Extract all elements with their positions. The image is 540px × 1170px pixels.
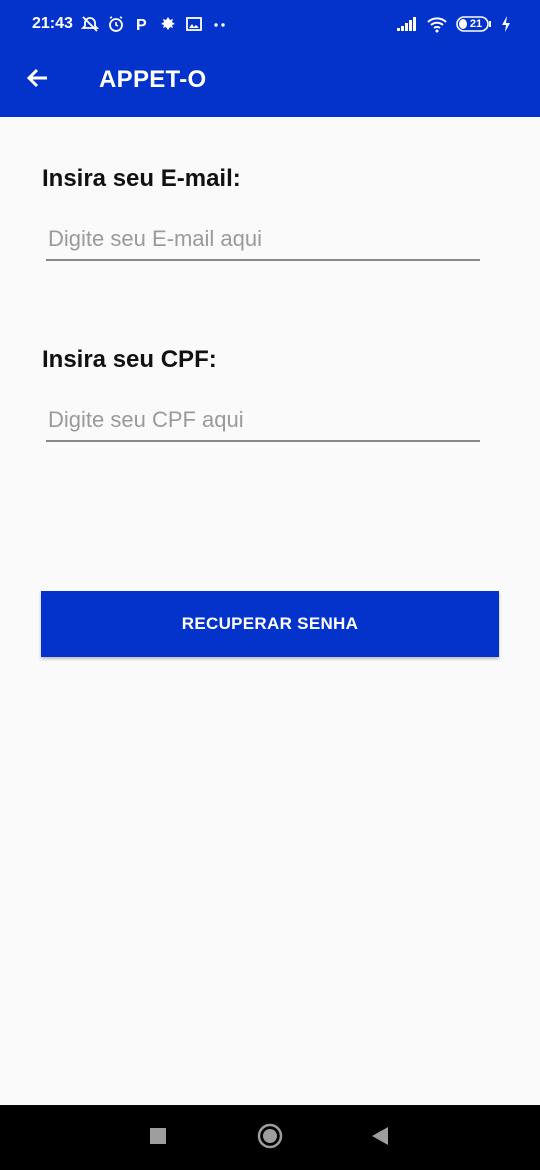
leaf-app-icon <box>159 15 177 33</box>
cpf-label: Insira seu CPF: <box>42 346 217 373</box>
email-label: Insira seu E-mail: <box>42 165 241 192</box>
cpf-field[interactable] <box>46 400 480 442</box>
back-nav-button[interactable] <box>358 1116 402 1160</box>
recents-square-icon <box>149 1127 167 1150</box>
arrow-left-icon <box>25 65 51 96</box>
status-right-group: 21 <box>396 15 512 33</box>
more-dots-icon <box>211 15 229 33</box>
back-button[interactable] <box>0 48 76 112</box>
toolbar: APPET-O <box>0 48 540 112</box>
svg-text:P: P <box>136 17 147 33</box>
home-button[interactable] <box>248 1116 292 1160</box>
battery-icon: 21 <box>456 15 492 33</box>
back-triangle-icon <box>371 1126 389 1151</box>
gallery-notification-icon <box>185 15 203 33</box>
status-bar: 21:43 P 21 <box>0 0 540 48</box>
recover-password-button[interactable]: RECUPERAR SENHA <box>41 591 499 657</box>
p-app-icon: P <box>133 15 151 33</box>
page-title: APPET-O <box>99 66 207 93</box>
status-time: 21:43 <box>32 15 73 32</box>
recents-button[interactable] <box>136 1116 180 1160</box>
alarm-off-icon <box>80 15 99 33</box>
cellular-signal-icon <box>396 15 418 33</box>
status-left-group: 21:43 P <box>32 15 229 33</box>
charging-bolt-icon <box>500 15 512 33</box>
alarm-clock-icon <box>107 15 125 33</box>
app-header: 21:43 P 21 APPET-O <box>0 0 540 117</box>
home-circle-icon <box>257 1123 283 1154</box>
email-field[interactable] <box>46 219 480 261</box>
system-nav-bar <box>0 1105 540 1170</box>
battery-level-text: 21 <box>469 18 483 30</box>
wifi-icon <box>426 15 448 33</box>
